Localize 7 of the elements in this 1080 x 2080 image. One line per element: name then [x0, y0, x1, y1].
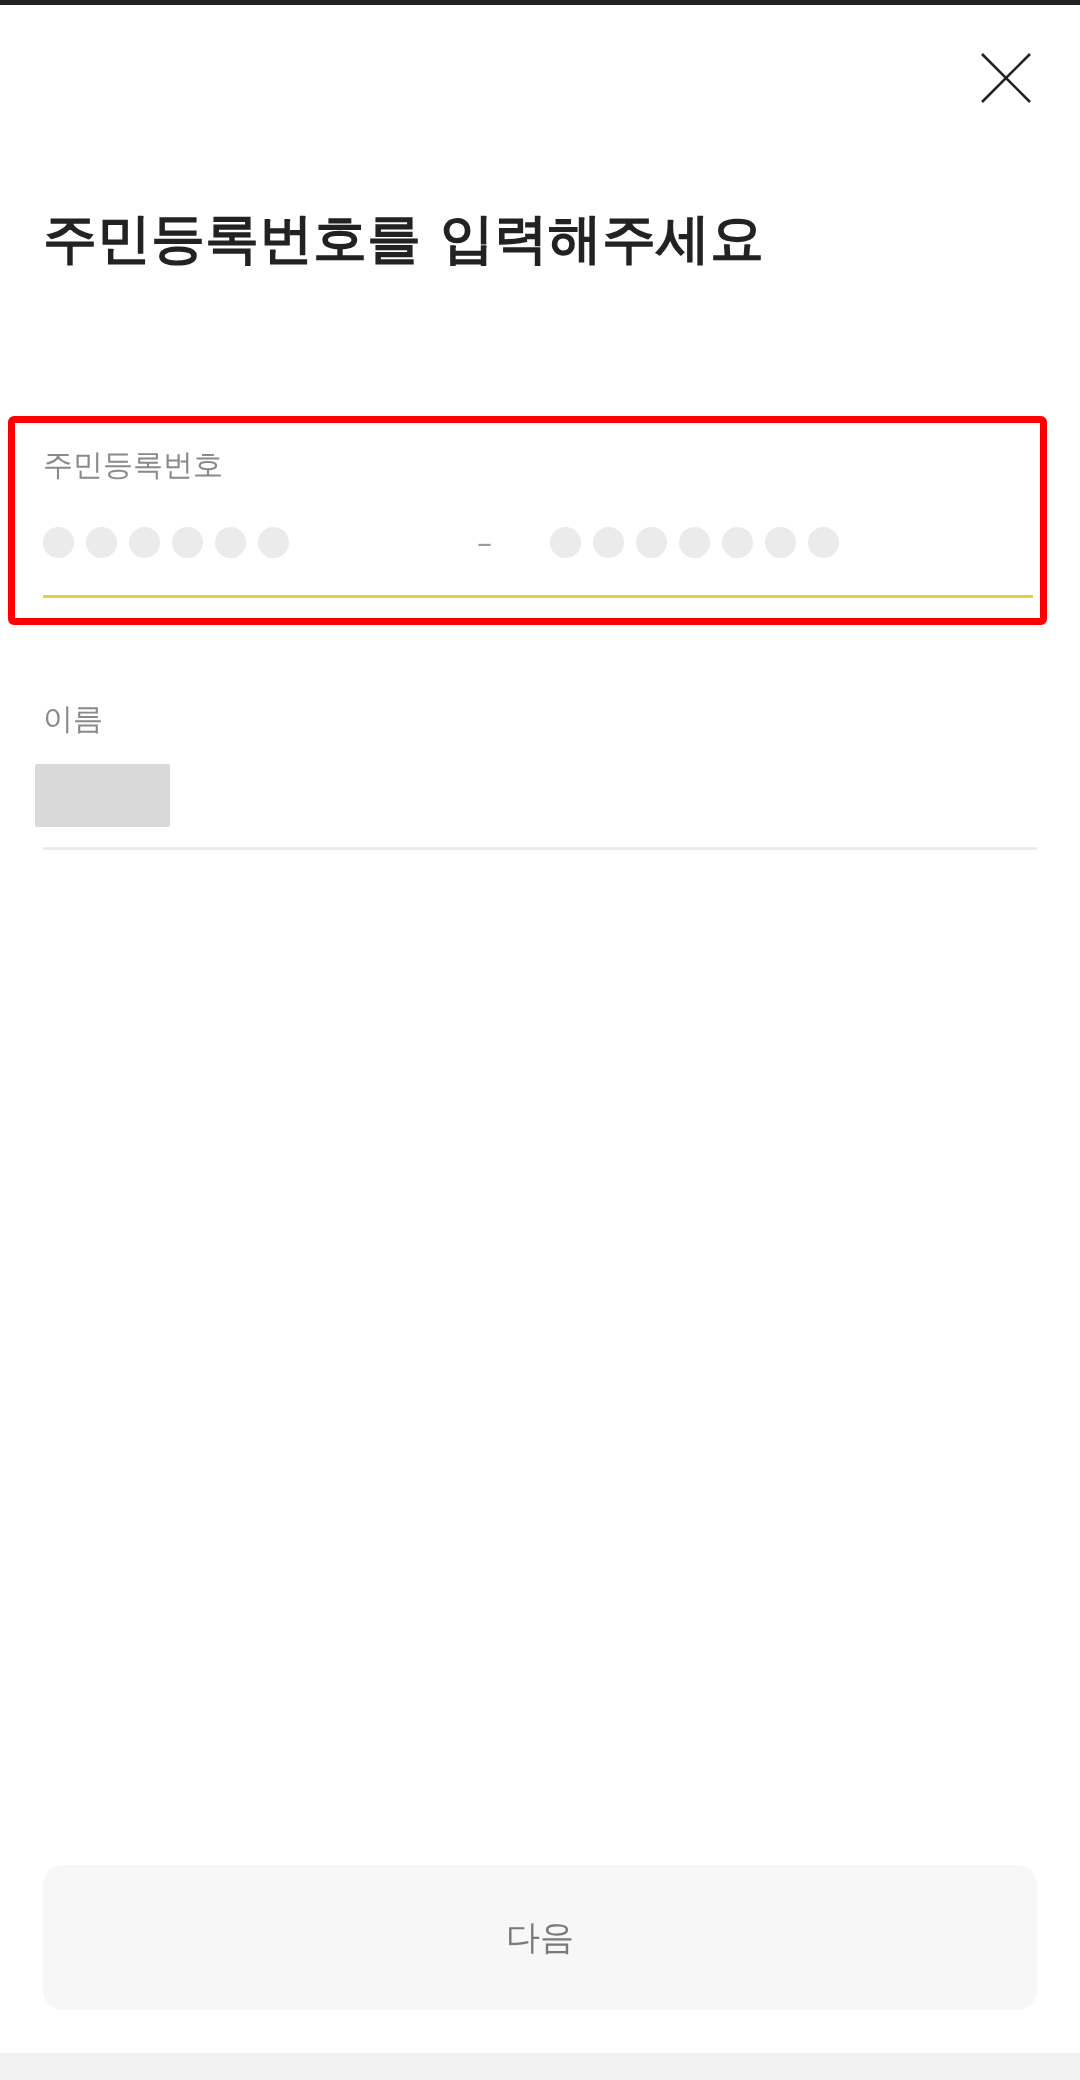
rrn-input-field[interactable]: –	[43, 527, 1033, 598]
dash-separator: –	[477, 527, 492, 558]
page-title: 주민등록번호를 입력해주세요	[43, 207, 765, 271]
close-icon	[981, 53, 1031, 103]
close-button[interactable]	[981, 53, 1031, 103]
field-label: 이름	[43, 701, 104, 737]
field-label: 주민등록번호	[43, 447, 224, 483]
